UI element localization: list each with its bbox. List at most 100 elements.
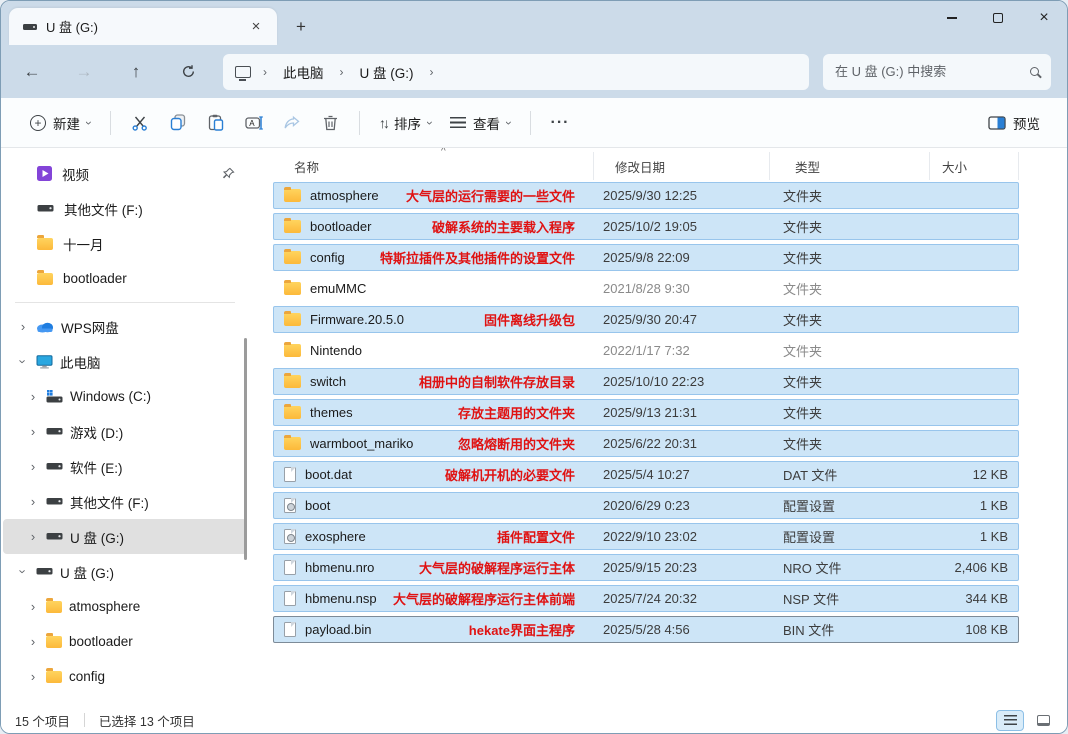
windows-drive-icon [46,390,63,403]
folder-icon [284,282,301,295]
sidebar-item-bootloader-pinned[interactable]: bootloader [1,261,249,296]
chevron-right-icon[interactable]: › [17,319,29,334]
file-row-hbmenu-nsp[interactable]: hbmenu.nsp 大气层的破解程序运行主体前端 2025/7/24 20:3… [273,585,1019,612]
file-type: BIN 文件 [758,620,918,639]
search-input[interactable] [835,64,1030,79]
close-button[interactable]: × [1021,1,1067,35]
sidebar-item-other-files-f[interactable]: 其他文件 (F:) [1,191,249,226]
sidebar-item-software-e[interactable]: › 软件 (E:) [3,449,247,484]
chevron-right-icon[interactable]: › [27,529,39,544]
chevron-right-icon[interactable]: › [27,669,39,684]
sidebar-item-windows-c[interactable]: › Windows (C:) [3,379,247,414]
file-row-warmboot-mariko[interactable]: warmboot_mariko 忽略熔断用的文件夹 2025/6/22 20:3… [273,430,1019,457]
file-type: 文件夹 [758,310,918,329]
sidebar-item-games-d[interactable]: › 游戏 (D:) [3,414,247,449]
sort-ascending-caret: ^ [441,148,446,157]
file-row-boot-dat[interactable]: boot.dat 破解机开机的必要文件 2025/5/4 10:27 DAT 文… [273,461,1019,488]
sidebar-item-label: U 盘 (G:) [70,527,124,547]
minimize-button[interactable] [929,1,975,35]
file-type: 文件夹 [758,248,918,267]
breadcrumb-this-pc[interactable]: 此电脑 [279,60,328,84]
copy-button[interactable] [159,105,197,141]
file-size: 108 KB [918,622,1008,637]
new-button[interactable]: + 新建 › [21,106,100,140]
file-date: 2025/9/8 22:09 [582,250,758,265]
share-button[interactable] [273,105,311,141]
tab-title: U 盘 (G:) [46,17,245,36]
maximize-button[interactable] [975,1,1021,35]
column-header-date[interactable]: 修改日期 [593,152,769,180]
chevron-down-icon[interactable]: › [16,566,31,578]
sidebar-item-this-pc[interactable]: › 此电脑 [3,344,247,379]
breadcrumb-separator: › [430,65,434,79]
new-tab-button[interactable]: + [287,13,315,41]
breadcrumb-separator: › [340,65,344,79]
column-header-size[interactable]: 大小 [929,152,1019,180]
computer-icon[interactable] [235,66,251,78]
cut-button[interactable] [121,105,159,141]
file-date: 2025/10/10 22:23 [582,374,758,389]
file-row-switch[interactable]: switch 相册中的自制软件存放目录 2025/10/10 22:23 文件夹 [273,368,1019,395]
status-divider [84,713,85,727]
file-row-config[interactable]: config 特斯拉插件及其他插件的设置文件 2025/9/8 22:09 文件… [273,244,1019,271]
refresh-button[interactable] [171,55,205,89]
sidebar-item-config[interactable]: › config [3,659,247,694]
file-row-firmware[interactable]: Firmware.20.5.0 固件离线升级包 2025/9/30 20:47 … [273,306,1019,333]
sidebar-item-atmosphere[interactable]: › atmosphere [3,589,247,624]
file-row-hbmenu-nro[interactable]: hbmenu.nro 大气层的破解程序运行主体 2025/9/15 20:23 … [273,554,1019,581]
sidebar-item-label: 其他文件 (F:) [70,492,149,512]
chevron-right-icon[interactable]: › [27,634,39,649]
details-view-button[interactable] [996,710,1024,731]
file-row-payload-bin[interactable]: payload.bin hekate界面主程序 2025/5/28 4:56 B… [273,616,1019,643]
file-row-nintendo[interactable]: Nintendo 2022/1/17 7:32 文件夹 [273,337,1019,364]
sidebar-item-videos[interactable]: 视频 [1,156,249,191]
breadcrumb-usb-drive[interactable]: U 盘 (G:) [356,60,418,84]
up-button[interactable]: ↑ [119,55,153,89]
explorer-tab[interactable]: U 盘 (G:) × [9,8,277,45]
sidebar-item-other-files-f-tree[interactable]: › 其他文件 (F:) [3,484,247,519]
chevron-right-icon[interactable]: › [27,389,39,404]
sort-button[interactable]: ↑↓ 排序 › [370,106,441,140]
file-row-atmosphere[interactable]: atmosphere 大气层的运行需要的一些文件 2025/9/30 12:25… [273,182,1019,209]
file-type: 文件夹 [758,186,918,205]
view-button[interactable]: 查看 › [441,106,520,140]
sidebar-item-november[interactable]: 十一月 [1,226,249,261]
search-box[interactable] [823,54,1051,90]
preview-button[interactable]: 预览 [979,106,1049,140]
file-date: 2022/9/10 23:02 [582,529,758,544]
chevron-right-icon[interactable]: › [27,424,39,439]
file-type: 文件夹 [758,217,918,236]
sidebar-item-usb-g[interactable]: › U 盘 (G:) [3,519,247,554]
cloud-icon [36,321,54,333]
column-header-name[interactable]: 名称 [273,157,593,176]
file-name: themes [310,405,353,420]
chevron-right-icon[interactable]: › [27,459,39,474]
file-row-themes[interactable]: themes 存放主题用的文件夹 2025/9/13 21:31 文件夹 [273,399,1019,426]
more-button[interactable]: ··· [541,105,579,141]
sidebar-item-bootloader[interactable]: › bootloader [3,624,247,659]
chevron-down-icon[interactable]: › [16,356,31,368]
tab-bar: U 盘 (G:) × + × [1,1,1067,45]
sidebar-item-wps-cloud[interactable]: › WPS网盘 [3,309,247,344]
sidebar-scrollbar[interactable] [244,338,247,560]
file-row-exosphere[interactable]: exosphere 插件配置文件 2022/9/10 23:02 配置设置 1 … [273,523,1019,550]
file-annotation: 破解机开机的必要文件 [445,465,582,484]
tab-close-icon[interactable]: × [245,16,267,38]
chevron-right-icon[interactable]: › [27,494,39,509]
file-row-boot[interactable]: boot 2020/6/29 0:23 配置设置 1 KB [273,492,1019,519]
file-row-bootloader[interactable]: bootloader 破解系统的主要载入程序 2025/10/2 19:05 文… [273,213,1019,240]
file-icon [284,560,296,575]
paste-button[interactable] [197,105,235,141]
column-header-type[interactable]: 类型 [769,152,929,180]
sidebar-item-usb-g-expanded[interactable]: › U 盘 (G:) [3,554,247,589]
thumbnail-view-button[interactable] [1029,710,1057,731]
folder-icon [284,189,301,202]
back-button[interactable]: ← [15,55,49,89]
file-explorer-window: U 盘 (G:) × + × ← → ↑ › 此电脑 › U 盘 (G:) › [0,0,1068,734]
rename-button[interactable]: A [235,105,273,141]
forward-button[interactable]: → [67,55,101,89]
delete-button[interactable] [311,105,349,141]
copy-icon [170,114,186,131]
file-row-emummc[interactable]: emuMMC 2021/8/28 9:30 文件夹 [273,275,1019,302]
chevron-right-icon[interactable]: › [27,599,39,614]
